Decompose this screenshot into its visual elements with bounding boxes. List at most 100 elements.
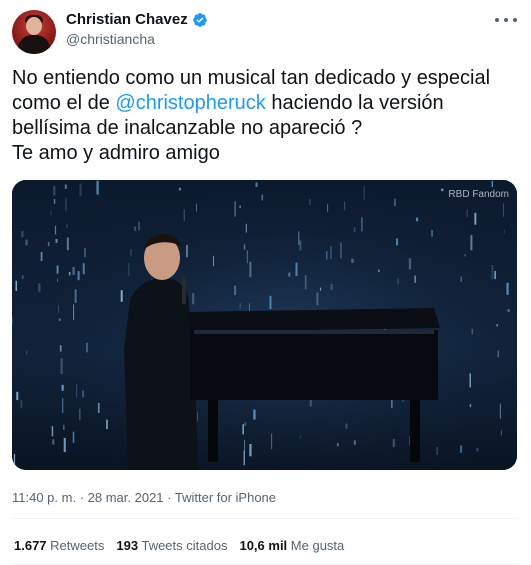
sparkle: [255, 182, 258, 187]
sparkle: [336, 443, 339, 447]
sparkle: [86, 342, 88, 353]
author-block: Christian Chavez @christiancha: [66, 11, 208, 47]
sparkle: [361, 217, 363, 232]
mention-link[interactable]: @christopheruck: [115, 92, 265, 114]
sparkle: [15, 280, 17, 291]
sparkle: [249, 261, 252, 278]
sparkle: [496, 324, 498, 327]
sparkle: [72, 267, 75, 275]
retweets-stat[interactable]: 1.677 Retweets: [14, 538, 104, 553]
retweets-count: 1.677: [14, 538, 47, 553]
quote-tweets-count: 193: [116, 538, 139, 553]
sparkle: [234, 201, 236, 217]
sparkle: [474, 212, 477, 225]
sparkle: [213, 255, 214, 267]
sparkle: [196, 203, 197, 212]
sparkle: [47, 242, 50, 247]
sparkle: [309, 199, 311, 205]
sparkle: [21, 231, 24, 238]
sparkle: [249, 444, 252, 457]
sparkle: [397, 278, 399, 285]
sparkle: [51, 426, 54, 437]
sparkle: [64, 184, 67, 189]
sparkle: [491, 180, 493, 187]
quote-tweets-stat[interactable]: 193 Tweets citados: [116, 538, 227, 553]
sparkle: [244, 439, 246, 452]
more-icon[interactable]: [495, 12, 517, 28]
sparkle: [392, 438, 395, 448]
sparkle: [73, 304, 75, 320]
sparkle: [66, 237, 69, 251]
sparkle: [507, 309, 510, 312]
sparkle: [82, 390, 84, 398]
sparkle: [234, 285, 237, 296]
sparkle: [63, 437, 66, 453]
likes-count: 10,6 mil: [239, 538, 288, 553]
sparkle: [40, 251, 43, 261]
sparkle: [54, 225, 57, 235]
sparkle: [55, 238, 58, 243]
tweet-date[interactable]: 28 mar. 2021: [88, 490, 164, 505]
sparkle: [436, 447, 438, 455]
more-dot: [513, 18, 517, 22]
display-name[interactable]: Christian Chavez: [66, 11, 188, 28]
sparkle: [288, 272, 291, 277]
sparkle: [378, 269, 380, 272]
sparkle: [353, 227, 356, 232]
sparkle: [330, 246, 332, 260]
sparkle: [178, 187, 181, 191]
sparkle: [299, 435, 302, 439]
sparkle: [503, 203, 504, 217]
sparkle: [326, 251, 328, 260]
avatar-body: [18, 35, 50, 54]
sparkle: [476, 448, 479, 452]
author-handle[interactable]: @christiancha: [66, 31, 208, 47]
sparkle: [120, 290, 123, 302]
sparkle: [363, 186, 365, 201]
sparkle: [197, 412, 198, 422]
sparkle: [242, 424, 244, 435]
sparkle: [16, 391, 19, 401]
sparkle: [58, 318, 61, 321]
tweet-media[interactable]: RBD Fandom: [12, 180, 517, 470]
sparkle: [394, 198, 396, 207]
sparkle: [344, 201, 346, 211]
sparkle: [20, 400, 23, 409]
sparkle: [299, 240, 302, 251]
sparkle: [460, 276, 462, 282]
meta-separator: ·: [76, 490, 88, 505]
sparkle: [269, 295, 272, 309]
sparkle: [304, 275, 307, 290]
sparkle: [186, 244, 188, 258]
sparkle: [58, 305, 60, 313]
sparkle: [506, 282, 509, 295]
sparkle: [183, 209, 185, 221]
sparkle: [25, 239, 28, 246]
tweet-source[interactable]: Twitter for iPhone: [175, 490, 276, 505]
avatar[interactable]: [12, 10, 56, 54]
sparkle: [239, 303, 241, 309]
sparkle: [76, 384, 78, 398]
sparkle: [249, 303, 250, 311]
sparkle: [130, 249, 132, 257]
quote-tweets-label: Tweets citados: [141, 538, 228, 553]
sparkle: [50, 210, 52, 216]
sparkle: [239, 205, 241, 208]
sparkle: [97, 402, 100, 413]
sparkle: [320, 287, 322, 291]
sparkle: [138, 221, 140, 231]
tweet-meta: 11:40 p. m. · 28 mar. 2021 · Twitter for…: [12, 490, 276, 505]
sparkle: [79, 408, 81, 421]
sparkle: [38, 283, 41, 292]
sparkle: [56, 265, 59, 274]
likes-stat[interactable]: 10,6 mil Me gusta: [239, 538, 344, 553]
sparkle: [61, 384, 64, 391]
tweet-time[interactable]: 11:40 p. m.: [12, 490, 76, 505]
sparkle: [459, 445, 463, 453]
sparkle: [68, 271, 71, 276]
sparkle: [96, 180, 99, 195]
sparkle: [57, 278, 59, 282]
sparkle: [245, 223, 247, 233]
sparkle: [74, 289, 77, 303]
more-dot: [504, 18, 508, 22]
